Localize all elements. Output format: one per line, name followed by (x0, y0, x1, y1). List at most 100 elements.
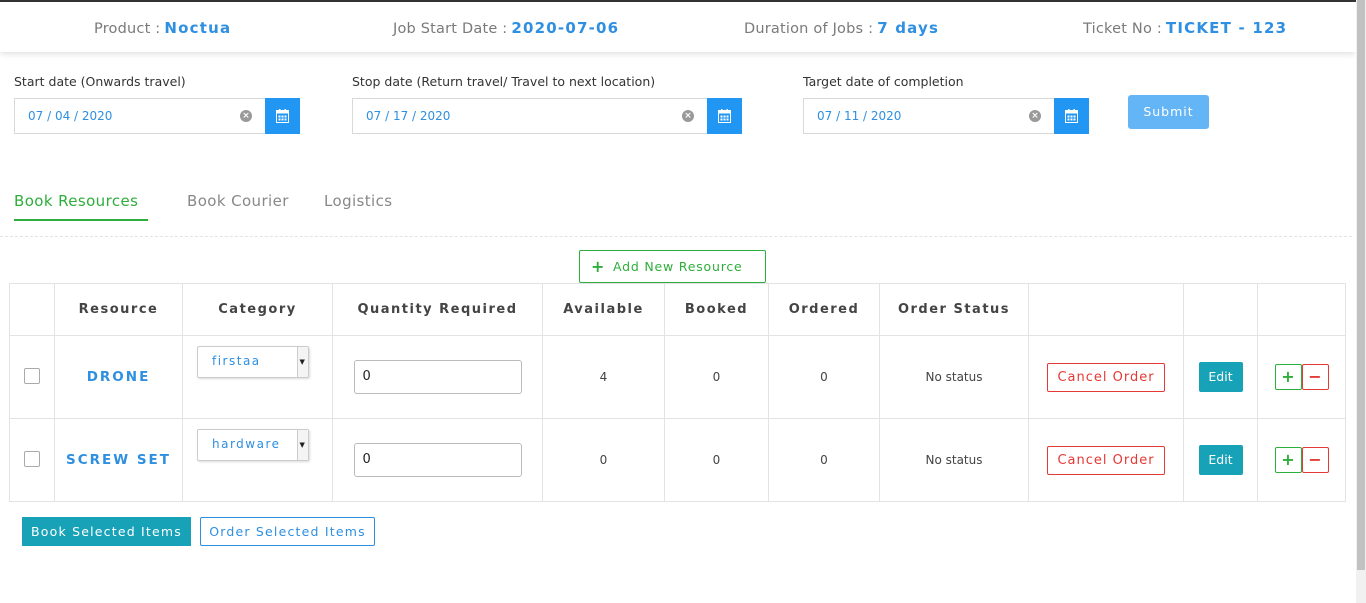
decrement-button[interactable]: − (1301, 447, 1329, 473)
edit-cell: Edit (1183, 418, 1258, 502)
tab-book-resources[interactable]: Book Resources (14, 192, 138, 210)
minus-icon: − (1308, 367, 1322, 386)
column-header-adjust (1257, 283, 1346, 336)
add-new-resource-label: Add New Resource (613, 259, 743, 274)
target-date-label: Target date of completion (803, 74, 964, 89)
plus-icon: + (591, 257, 606, 276)
plus-icon: + (1281, 367, 1295, 386)
booked-cell: 0 (664, 418, 769, 502)
cancel-order-button[interactable]: Cancel Order (1047, 445, 1165, 475)
stop-date-value: 07 / 17 / 2020 (366, 109, 451, 123)
decrement-button[interactable]: − (1301, 364, 1329, 390)
adjust-cell: + − (1257, 418, 1346, 502)
edit-button[interactable]: Edit (1198, 362, 1243, 392)
job-start-value: 2020-07-06 (511, 19, 620, 37)
category-cell: firstaa ▼ (182, 335, 333, 419)
ordered-cell: 0 (768, 335, 880, 419)
category-cell: hardware ▼ (182, 418, 333, 502)
add-new-resource-button[interactable]: + Add New Resource (579, 250, 766, 283)
column-header-category: Category (182, 283, 333, 336)
resource-name[interactable]: DRONE (87, 369, 151, 385)
clear-icon[interactable]: × (240, 110, 252, 122)
row-select-cell (9, 418, 55, 502)
row-checkbox[interactable] (24, 450, 40, 467)
order-status-cell: No status (879, 418, 1029, 502)
available-cell: 4 (542, 335, 665, 419)
clear-icon[interactable]: × (1029, 110, 1041, 122)
quantity-input[interactable]: 0 (353, 360, 522, 394)
table-row: SCREW SET hardware ▼ 0 0 0 0 No status C… (9, 418, 1346, 502)
quantity-cell: 0 (332, 418, 543, 502)
available-cell: 0 (542, 418, 665, 502)
table-header-row: Resource Category Quantity Required Avai… (9, 283, 1346, 336)
target-date-value: 07 / 11 / 2020 (817, 109, 902, 123)
column-header-edit (1183, 283, 1258, 336)
category-select[interactable]: firstaa ▼ (197, 346, 309, 378)
clear-icon[interactable]: × (682, 110, 694, 122)
quantity-input[interactable]: 0 (353, 443, 522, 477)
product-info: Product : Noctua (94, 19, 231, 37)
page-scrollbar[interactable] (1356, 0, 1366, 603)
increment-button[interactable]: + (1274, 364, 1302, 390)
ticket-label: Ticket No : (1083, 21, 1162, 37)
start-date-input[interactable]: 07 / 04 / 2020 × (14, 98, 265, 134)
column-header-resource: Resource (54, 283, 183, 336)
stop-date-label: Stop date (Return travel/ Travel to next… (352, 74, 656, 89)
start-date-calendar-button[interactable] (265, 98, 300, 134)
tab-logistics[interactable]: Logistics (324, 192, 393, 210)
category-value: hardware (212, 437, 281, 451)
select-column-header (9, 283, 55, 336)
start-date-label: Start date (Onwards travel) (14, 74, 186, 89)
book-selected-items-button[interactable]: Book Selected Items (22, 517, 191, 546)
order-selected-items-button[interactable]: Order Selected Items (200, 517, 375, 546)
resource-cell: DRONE (54, 335, 183, 419)
column-header-available: Available (542, 283, 665, 336)
column-header-quantity: Quantity Required (332, 283, 543, 336)
scrollbar-thumb[interactable] (1357, 0, 1365, 570)
quantity-cell: 0 (332, 335, 543, 419)
row-select-cell (9, 335, 55, 419)
duration-info: Duration of Jobs :7 days (744, 19, 939, 37)
stop-date-calendar-button[interactable] (707, 98, 742, 134)
resource-name[interactable]: SCREW SET (66, 452, 171, 468)
chevron-down-icon: ▼ (297, 430, 308, 460)
ordered-cell: 0 (768, 418, 880, 502)
tab-book-courier[interactable]: Book Courier (187, 192, 289, 210)
job-info-bar: Product : Noctua Job Start Date :2020-07-… (0, 0, 1356, 52)
calendar-icon (276, 109, 289, 123)
minus-icon: − (1308, 450, 1322, 469)
ticket-value: TICKET - 123 (1165, 19, 1288, 37)
product-label: Product : (94, 21, 161, 37)
increment-button[interactable]: + (1274, 447, 1302, 473)
target-date-calendar-button[interactable] (1054, 98, 1089, 134)
tab-divider (0, 236, 1352, 237)
plus-icon: + (1281, 450, 1295, 469)
submit-button[interactable]: Submit (1128, 95, 1209, 129)
stop-date-input[interactable]: 07 / 17 / 2020 × (352, 98, 707, 134)
calendar-icon (1065, 109, 1078, 123)
category-select[interactable]: hardware ▼ (197, 429, 309, 461)
duration-value: 7 days (877, 19, 940, 37)
cancel-cell: Cancel Order (1028, 335, 1184, 419)
column-header-cancel (1028, 283, 1184, 336)
cancel-cell: Cancel Order (1028, 418, 1184, 502)
order-status-cell: No status (879, 335, 1029, 419)
column-header-ordered: Ordered (768, 283, 880, 336)
chevron-down-icon: ▼ (297, 347, 308, 377)
start-date-value: 07 / 04 / 2020 (28, 109, 113, 123)
target-date-input[interactable]: 07 / 11 / 2020 × (803, 98, 1054, 134)
product-value: Noctua (164, 19, 232, 37)
row-checkbox[interactable] (24, 367, 40, 384)
column-header-booked: Booked (664, 283, 769, 336)
resource-cell: SCREW SET (54, 418, 183, 502)
table-row: DRONE firstaa ▼ 0 4 0 0 No status Cancel… (9, 335, 1346, 419)
active-tab-indicator (14, 219, 148, 221)
category-value: firstaa (212, 354, 261, 368)
job-start-label: Job Start Date : (393, 21, 508, 37)
adjust-cell: + − (1257, 335, 1346, 419)
edit-button[interactable]: Edit (1198, 445, 1243, 475)
booked-cell: 0 (664, 335, 769, 419)
cancel-order-button[interactable]: Cancel Order (1047, 362, 1165, 392)
duration-label: Duration of Jobs : (744, 21, 874, 37)
calendar-icon (718, 109, 731, 123)
